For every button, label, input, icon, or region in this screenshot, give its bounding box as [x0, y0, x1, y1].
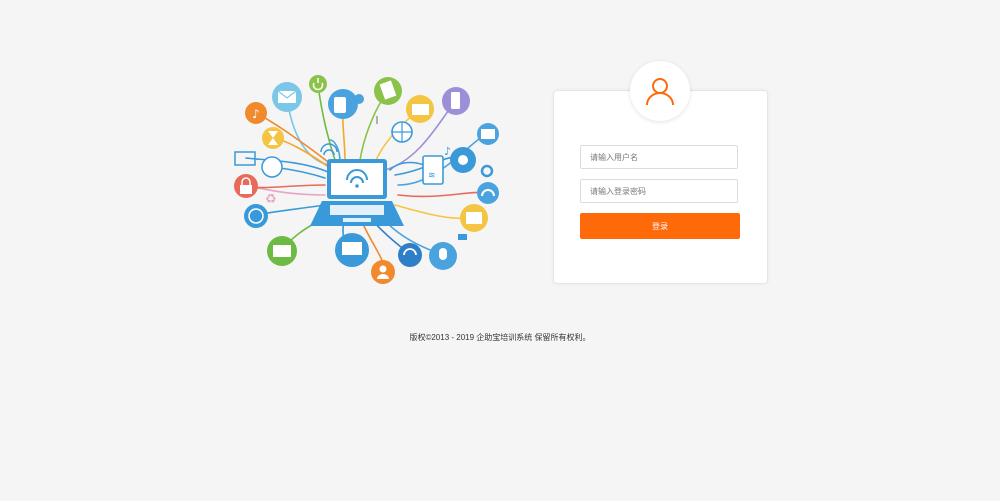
music-note-icon: ♪: [245, 102, 267, 124]
envelope-icon: [477, 123, 499, 145]
svg-text:≋: ≋: [428, 171, 436, 181]
small-laptop-icon: [335, 233, 369, 267]
phone-icon: [328, 89, 358, 119]
username-input[interactable]: [580, 145, 738, 169]
power-icon: [309, 75, 327, 93]
wifi-small-icon: ≋: [428, 171, 436, 181]
document-icon: [374, 77, 402, 105]
microphone-icon: [429, 242, 457, 270]
network-devices-illustration: ♪ ♻ ≋ ♪: [234, 75, 499, 284]
footer-copyright: 版权©2013 - 2019 企助宝培训系统 保留所有权利。: [409, 333, 591, 342]
recycle-icon: ♻: [265, 192, 277, 207]
lock-icon: [234, 174, 258, 198]
music-small-icon: ♪: [444, 145, 451, 158]
user-icon: [646, 78, 674, 106]
router-icon: [267, 236, 297, 266]
folder-icon: [406, 95, 434, 123]
password-input[interactable]: [580, 179, 738, 203]
globe-outline-icon: [391, 121, 413, 143]
gear-icon: [480, 164, 494, 178]
camera-icon: [354, 94, 364, 104]
globe-icon: [244, 204, 268, 228]
svg-text:♪: ♪: [252, 107, 260, 121]
mail-icon: [272, 82, 302, 112]
svg-text:♪: ♪: [444, 145, 451, 158]
video-icon: [458, 234, 467, 240]
headphones-icon: [477, 182, 499, 204]
wifi-icon: [320, 143, 338, 156]
photo-camera-icon: [460, 204, 488, 232]
user-node-icon: [371, 260, 395, 284]
hourglass-icon: [262, 127, 284, 149]
sync-icon: [398, 243, 422, 267]
chat-icon: [261, 156, 283, 178]
podcast-icon: [450, 147, 476, 173]
login-button[interactable]: 登录: [580, 213, 740, 239]
mobile-icon: [442, 87, 470, 115]
svg-text:♻: ♻: [265, 192, 277, 207]
avatar: [630, 61, 690, 121]
